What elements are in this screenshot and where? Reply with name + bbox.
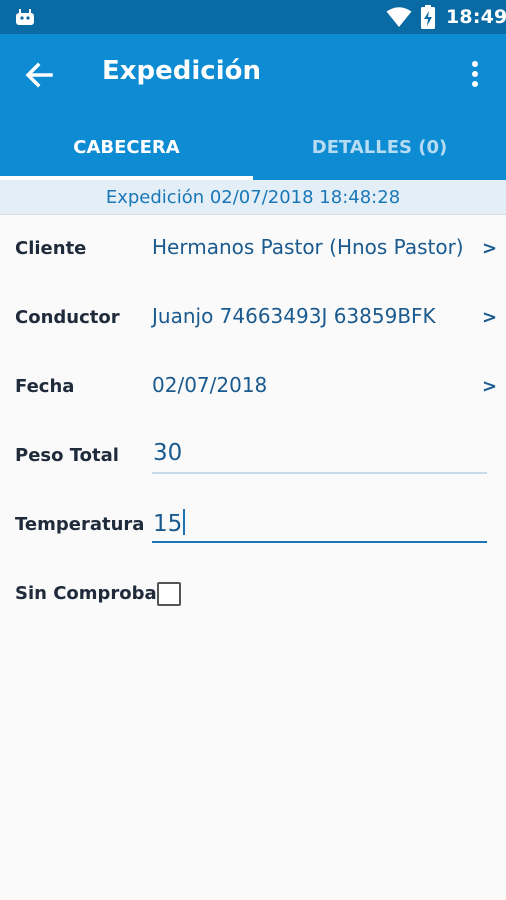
wifi-icon bbox=[386, 7, 412, 27]
chevron-right-icon[interactable]: > bbox=[482, 376, 497, 397]
more-vert-icon[interactable] bbox=[464, 56, 486, 94]
temperatura-label: Temperatura bbox=[15, 514, 145, 535]
chevron-right-icon[interactable]: > bbox=[482, 307, 497, 328]
status-time: 18:49 bbox=[446, 6, 506, 28]
cliente-value[interactable]: Hermanos Pastor (Hnos Pastor) bbox=[152, 235, 464, 259]
peso-total-label: Peso Total bbox=[15, 445, 119, 466]
tab-cabecera[interactable]: CABECERA bbox=[0, 116, 253, 180]
status-bar: 18:49 bbox=[0, 0, 506, 34]
temperatura-underline bbox=[152, 541, 487, 543]
sin-comprobar-label: Sin Comprobar bbox=[15, 583, 166, 604]
app-bar: Expedición bbox=[0, 34, 506, 116]
android-icon bbox=[16, 9, 34, 25]
page-title: Expedición bbox=[102, 56, 261, 86]
sin-comprobar-checkbox[interactable] bbox=[157, 582, 181, 606]
temperatura-value: 15 bbox=[153, 511, 183, 537]
battery-charging-icon bbox=[421, 5, 435, 29]
temperatura-input[interactable]: 15 bbox=[153, 509, 186, 537]
peso-total-underline bbox=[152, 472, 487, 474]
tab-bar: CABECERA DETALLES (0) bbox=[0, 116, 506, 180]
chevron-right-icon[interactable]: > bbox=[482, 238, 497, 259]
tab-detalles[interactable]: DETALLES (0) bbox=[253, 116, 506, 180]
fecha-value[interactable]: 02/07/2018 bbox=[152, 373, 267, 397]
peso-total-input[interactable]: 30 bbox=[153, 440, 182, 466]
text-cursor bbox=[183, 509, 186, 535]
conductor-value[interactable]: Juanjo 74663493J 63859BFK bbox=[152, 304, 436, 328]
arrow-back-icon[interactable] bbox=[22, 58, 56, 92]
cliente-label: Cliente bbox=[15, 238, 87, 259]
fecha-label: Fecha bbox=[15, 376, 75, 397]
conductor-label: Conductor bbox=[15, 307, 120, 328]
expedition-subheader: Expedición 02/07/2018 18:48:28 bbox=[0, 180, 506, 215]
